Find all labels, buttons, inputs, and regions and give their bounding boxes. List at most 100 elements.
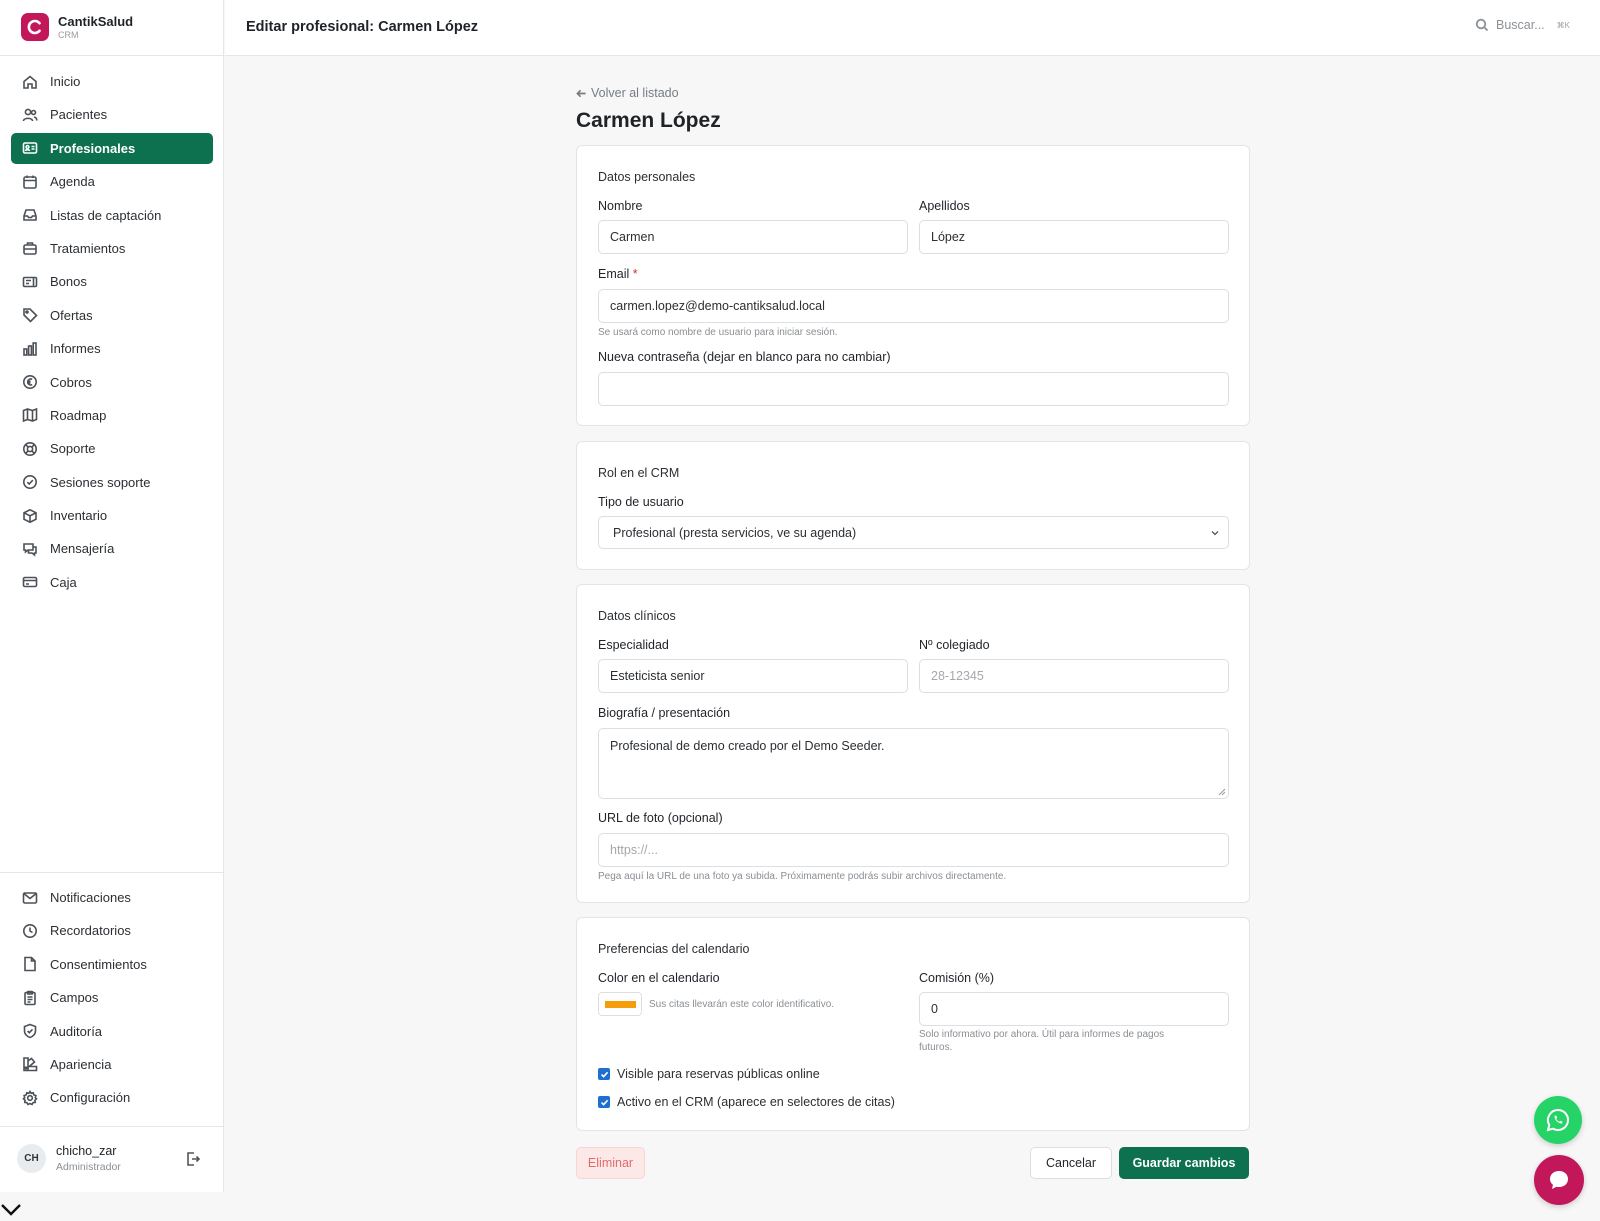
credit-card-icon	[22, 577, 38, 588]
briefcase-icon	[23, 242, 37, 256]
professional-name-heading: Carmen López	[576, 109, 721, 132]
apellidos-field[interactable]: López	[919, 220, 1229, 254]
sidebar-item-soporte[interactable]: Soporte	[11, 433, 213, 464]
user-name: chicho_zar	[56, 1144, 117, 1158]
sidebar: CantikSalud CRM Inicio Pacientes Profesi…	[0, 0, 224, 1192]
email-label: Email *	[598, 267, 638, 281]
save-button[interactable]: Guardar cambios	[1119, 1147, 1249, 1179]
chat-support-button[interactable]	[1534, 1155, 1584, 1205]
sidebar-item-inicio[interactable]: Inicio	[11, 66, 213, 97]
sidebar-item-ofertas[interactable]: Ofertas	[11, 300, 213, 331]
commission-field[interactable]: 0	[919, 992, 1229, 1026]
logout-button[interactable]	[185, 1151, 201, 1167]
sidebar-item-tratamientos[interactable]: Tratamientos	[11, 233, 213, 264]
especialidad-label: Especialidad	[598, 638, 669, 652]
chevron-down-icon[interactable]	[0, 1200, 24, 1220]
map-icon	[22, 408, 38, 423]
photo-url-label: URL de foto (opcional)	[598, 811, 723, 825]
divider	[0, 872, 224, 873]
sidebar-item-label: Ofertas	[50, 307, 93, 323]
email-field[interactable]: carmen.lopez@demo-cantiksalud.local	[598, 289, 1229, 323]
sidebar-item-apariencia[interactable]: Apariencia	[11, 1049, 213, 1080]
commission-help-line-1: Solo informativo por ahora. Útil para in…	[919, 1029, 1165, 1040]
sidebar-item-sesiones-soporte[interactable]: Sesiones soporte	[11, 467, 213, 498]
delete-button[interactable]: Eliminar	[576, 1147, 645, 1179]
sidebar-item-listas-captacion[interactable]: Listas de captación	[11, 200, 213, 231]
sidebar-item-campos[interactable]: Campos	[11, 982, 213, 1013]
shield-check-icon	[23, 1023, 37, 1039]
logout-icon	[187, 1152, 201, 1166]
brand[interactable]: CantikSalud CRM	[21, 13, 133, 41]
section-title: Rol en el CRM	[598, 466, 680, 480]
active-crm-checkbox[interactable]: Activo en el CRM (aparece en selectores …	[598, 1095, 895, 1109]
whatsapp-button[interactable]	[1534, 1096, 1582, 1144]
sidebar-item-pacientes[interactable]: Pacientes	[11, 99, 213, 130]
divider	[0, 55, 224, 56]
bio-label: Biografía / presentación	[598, 706, 731, 720]
bio-textarea[interactable]: Profesional de demo creado por el Demo S…	[598, 728, 1229, 799]
sidebar-item-label: Listas de captación	[50, 207, 162, 223]
photo-url-field[interactable]: https://...	[598, 833, 1229, 867]
user-profile: CH chicho_zar Administrador	[17, 1144, 207, 1173]
sidebar-item-label: Recordatorios	[50, 923, 131, 939]
keyboard-shortcut: ⌘K	[1556, 20, 1570, 30]
section-title: Datos personales	[598, 170, 696, 184]
checkbox-checked-icon	[598, 1068, 610, 1080]
user-role: Administrador	[56, 1160, 121, 1173]
nombre-field[interactable]: Carmen	[598, 220, 908, 254]
cancel-button[interactable]: Cancelar	[1030, 1147, 1112, 1179]
sidebar-item-label: Tratamientos	[50, 240, 126, 256]
sidebar-item-configuracion[interactable]: Configuración	[11, 1082, 213, 1113]
search-button[interactable]: Buscar... ⌘K	[1475, 18, 1570, 32]
sidebar-item-caja[interactable]: Caja	[11, 567, 213, 598]
sidebar-item-profesionales[interactable]: Profesionales	[11, 132, 213, 164]
photo-url-placeholder: https://...	[610, 843, 658, 857]
user-type-value: Profesional (presta servicios, ve su age…	[613, 525, 857, 540]
users-icon	[22, 108, 38, 122]
sidebar-item-consentimientos[interactable]: Consentimientos	[11, 949, 213, 980]
chevron-down-icon	[1211, 531, 1219, 536]
id-card-icon	[22, 142, 38, 155]
sidebar-item-label: Caja	[50, 574, 77, 590]
user-type-select[interactable]: Profesional (presta servicios, ve su age…	[598, 516, 1229, 549]
calendar-color-picker[interactable]	[598, 992, 642, 1016]
whatsapp-icon	[1546, 1108, 1570, 1132]
apellidos-label: Apellidos	[919, 199, 970, 213]
sidebar-item-inventario[interactable]: Inventario	[11, 500, 213, 531]
sidebar-item-agenda[interactable]: Agenda	[11, 166, 213, 197]
sidebar-item-recordatorios[interactable]: Recordatorios	[11, 915, 213, 946]
inbox-icon	[23, 209, 37, 221]
brand-name: CantikSalud	[58, 13, 134, 29]
sidebar-item-label: Agenda	[50, 174, 95, 190]
sidebar-item-label: Cobros	[50, 374, 92, 390]
sidebar-item-cobros[interactable]: Cobros	[11, 367, 213, 398]
sidebar-item-informes[interactable]: Informes	[11, 333, 213, 364]
sidebar-item-bonos[interactable]: Bonos	[11, 266, 213, 297]
email-help-text: Se usará como nombre de usuario para ini…	[598, 327, 838, 338]
section-title: Datos clínicos	[598, 609, 676, 623]
resize-handle-icon[interactable]	[1218, 788, 1226, 796]
sidebar-item-roadmap[interactable]: Roadmap	[11, 400, 213, 431]
user-type-label: Tipo de usuario	[598, 495, 684, 509]
box-icon	[23, 508, 37, 523]
colegiado-field[interactable]: 28-12345	[919, 659, 1229, 693]
nombre-value: Carmen	[610, 230, 655, 244]
calendar-preferences-card: Preferencias del calendario Color en el …	[576, 917, 1250, 1131]
visible-online-checkbox[interactable]: Visible para reservas públicas online	[598, 1067, 820, 1081]
password-field[interactable]	[598, 372, 1229, 406]
commission-value: 0	[931, 1002, 938, 1016]
sidebar-nav: Inicio Pacientes Profesionales Agenda Li…	[11, 66, 213, 600]
color-swatch	[605, 1001, 636, 1008]
sidebar-item-auditoria[interactable]: Auditoría	[11, 1016, 213, 1047]
especialidad-field[interactable]: Esteticista senior	[598, 659, 908, 693]
sidebar-item-label: Roadmap	[50, 407, 107, 423]
sidebar-item-mensajeria[interactable]: Mensajería	[11, 533, 213, 564]
sidebar-settings-nav: Notificaciones Recordatorios Consentimie…	[11, 882, 213, 1116]
nombre-label: Nombre	[598, 199, 643, 213]
sidebar-item-label: Profesionales	[50, 140, 136, 156]
email-label-text: Email	[598, 267, 630, 281]
ticket-icon	[22, 276, 38, 288]
back-link[interactable]: Volver al listado	[576, 85, 1250, 101]
colegiado-placeholder: 28-12345	[931, 669, 984, 683]
sidebar-item-notificaciones[interactable]: Notificaciones	[11, 882, 213, 913]
